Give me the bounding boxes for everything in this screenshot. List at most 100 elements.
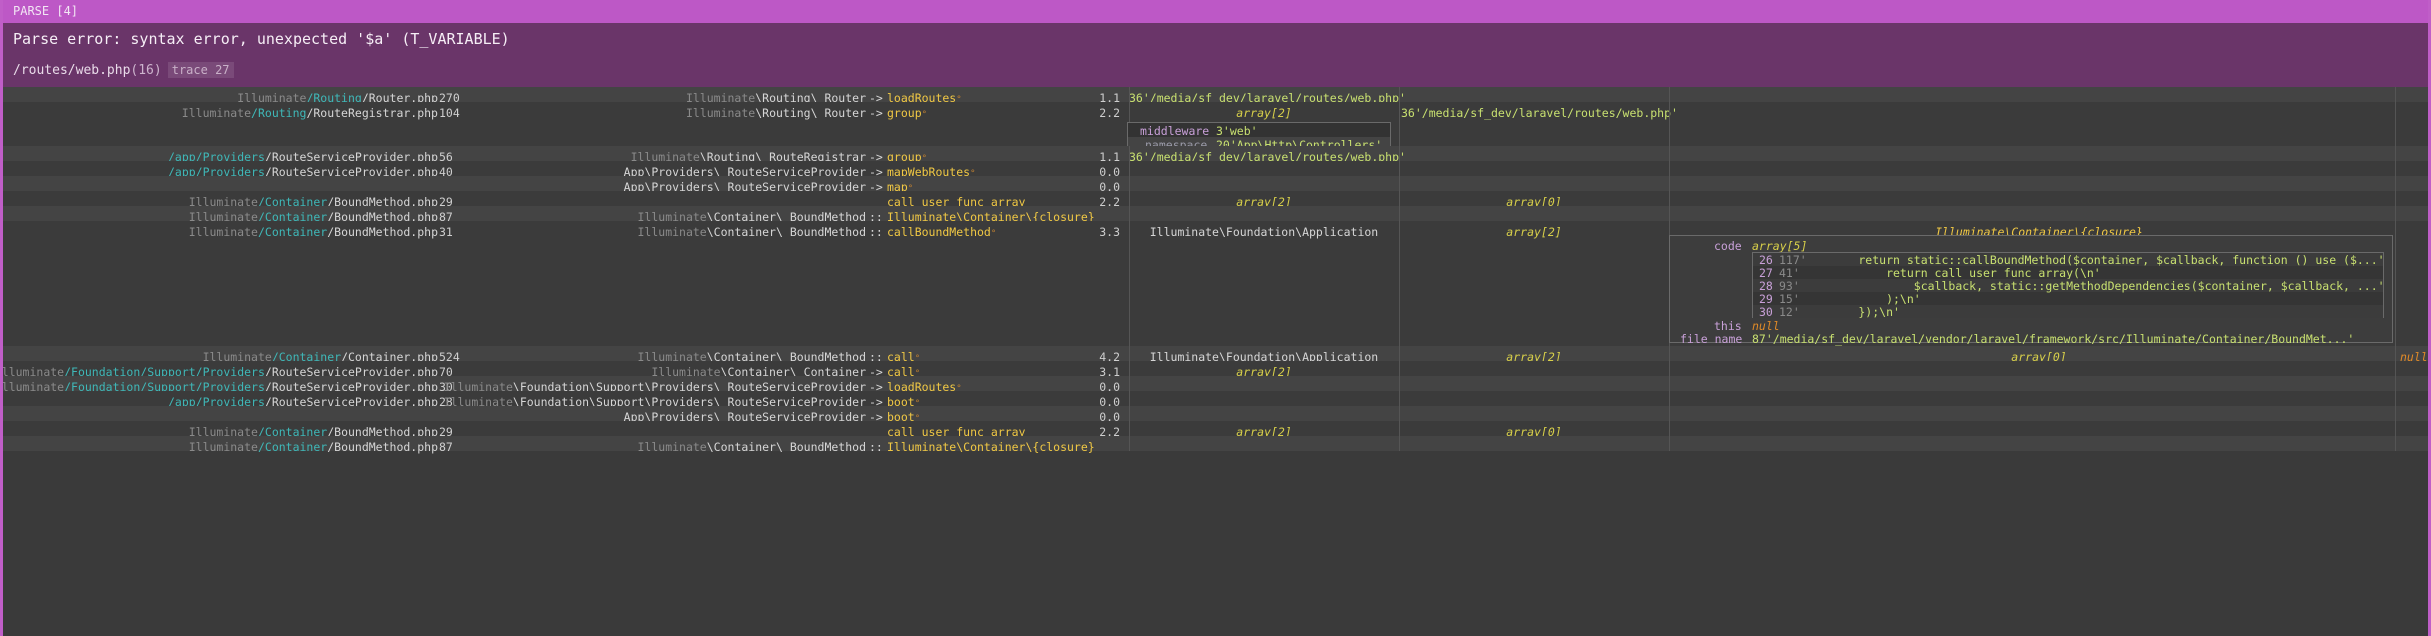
file-name[interactable]: /BoundMethod.php bbox=[327, 225, 438, 239]
code-line-text[interactable]: });\n' bbox=[1803, 305, 1900, 319]
error-line: (16) bbox=[130, 63, 162, 78]
column-divider bbox=[1399, 391, 1400, 406]
column-divider bbox=[2395, 191, 2396, 206]
detail-key: this bbox=[1714, 319, 1742, 333]
column-divider bbox=[2395, 161, 2396, 176]
column-divider bbox=[1399, 206, 1400, 221]
closure-detail-panel: code array[5] 26 117' return static::callBo… bbox=[1669, 235, 2393, 346]
argument-value[interactable]: Illuminate\Foundation\Application bbox=[1129, 225, 1399, 239]
class-cell: Illuminate\Routing\ Router bbox=[686, 106, 866, 120]
detail-value[interactable]: null bbox=[1752, 319, 1780, 333]
trace-row[interactable]: /app/Providers/RouteServiceProvider.php 4… bbox=[3, 161, 2428, 179]
code-line-text[interactable]: return static::callBoundMethod($containe… bbox=[1803, 253, 2384, 267]
column-divider bbox=[1129, 376, 1130, 391]
column-divider bbox=[2395, 391, 2396, 406]
column-divider bbox=[1129, 436, 1130, 451]
argument-value[interactable]: array[2] bbox=[1399, 225, 1669, 239]
column-divider bbox=[1129, 406, 1130, 421]
column-divider bbox=[2395, 221, 2396, 346]
column-divider bbox=[2395, 406, 2396, 421]
column-divider bbox=[1129, 421, 1130, 436]
error-header: PARSE [4] Parse error: syntax error, une… bbox=[0, 0, 2431, 87]
code-line: 28 93' $callback, static::getMethodDepend… bbox=[1753, 279, 2385, 293]
column-divider bbox=[2395, 176, 2396, 191]
column-divider bbox=[2395, 102, 2396, 146]
code-line-text[interactable]: $callback, static::getMethodDependencies… bbox=[1803, 279, 2385, 293]
code-line-text[interactable]: );\n' bbox=[1803, 292, 1921, 306]
column-divider bbox=[1399, 161, 1400, 176]
argument-value[interactable]: 36'/media/sf_dev/laravel/routes/web.php' bbox=[1401, 106, 1678, 120]
trace-row[interactable]: /app/Providers/RouteServiceProvider.php 5… bbox=[3, 146, 2428, 164]
error-type-bar: PARSE [4] bbox=[3, 0, 2428, 23]
error-file[interactable]: /routes/web.php bbox=[13, 63, 130, 78]
file-name[interactable]: /BoundMethod.php bbox=[327, 440, 438, 454]
function-name[interactable]: Illuminate\Container\{closure} bbox=[887, 440, 1095, 454]
column-divider bbox=[1129, 191, 1130, 206]
function-name[interactable]: group bbox=[887, 106, 922, 120]
trace-row[interactable]: Illuminate/Container/Container.php 524 Ill… bbox=[3, 346, 2428, 364]
call-operator: :: bbox=[869, 225, 883, 239]
column-divider bbox=[1669, 436, 1670, 451]
array-value[interactable]: 3'web' bbox=[1216, 124, 1258, 138]
trace-badge[interactable]: trace 27 bbox=[167, 62, 234, 78]
trace-row[interactable]: Illuminate/Container/BoundMethod.php 29 ca… bbox=[3, 421, 2428, 439]
column-divider bbox=[2395, 146, 2396, 161]
file-dir[interactable]: /Container bbox=[258, 225, 327, 239]
trace-row[interactable]: App\Providers\ RouteServiceProvider -> map… bbox=[3, 176, 2428, 194]
column-divider bbox=[1399, 436, 1400, 451]
function-cell[interactable]: callBoundMethod° bbox=[887, 225, 996, 239]
column-divider bbox=[1669, 146, 1670, 161]
file-cell[interactable]: Illuminate/Routing/RouteRegistrar.php bbox=[182, 106, 438, 120]
column-divider bbox=[1399, 146, 1400, 161]
file-dir[interactable]: /Container bbox=[258, 440, 327, 454]
code-line-text[interactable]: return call_user_func_array(\n' bbox=[1803, 266, 2101, 280]
function-cell[interactable]: Illuminate\Container\{closure} bbox=[887, 440, 1095, 454]
column-divider bbox=[1669, 406, 1670, 421]
detail-value[interactable]: 87'/media/sf_dev/laravel/vendor/laravel/… bbox=[1752, 332, 2354, 346]
code-line-length: 12' bbox=[1779, 305, 1800, 319]
class-prefix: Illuminate bbox=[637, 440, 707, 454]
column-divider bbox=[2395, 436, 2396, 451]
trace-row[interactable]: Illuminate/Routing/Router.php 270 Illumina… bbox=[3, 87, 2428, 105]
trace-row[interactable]: Illuminate/Routing/RouteRegistrar.php 104… bbox=[3, 102, 2428, 152]
trace-row[interactable]: Illuminate/Container/BoundMethod.php 31 Il… bbox=[3, 221, 2428, 346]
function-cell[interactable]: group° bbox=[887, 106, 927, 120]
call-operator: -> bbox=[869, 106, 883, 120]
class-prefix: Illuminate bbox=[637, 225, 707, 239]
file-cell[interactable]: Illuminate/Container/BoundMethod.php bbox=[189, 440, 438, 454]
column-divider bbox=[1129, 161, 1130, 176]
column-divider bbox=[1129, 146, 1130, 161]
trace-row[interactable]: Illuminate/Container/BoundMethod.php 87 Il… bbox=[3, 436, 2428, 454]
column-divider bbox=[1399, 191, 1400, 206]
code-line-length: 15' bbox=[1779, 292, 1800, 306]
file-cell[interactable]: Illuminate/Container/BoundMethod.php bbox=[189, 225, 438, 239]
modifier-icon: ° bbox=[990, 229, 997, 239]
column-divider bbox=[2395, 346, 2396, 361]
trace-row[interactable]: Illuminate/Container/BoundMethod.php 87 Il… bbox=[3, 206, 2428, 224]
code-line-length: 93' bbox=[1779, 279, 1800, 293]
class-name: \Container\ BoundMethod bbox=[706, 225, 866, 239]
code-line: 27 41' return call_user_func_array(\n' bbox=[1753, 266, 2383, 280]
column-divider bbox=[1129, 221, 1130, 346]
column-divider bbox=[2395, 206, 2396, 221]
file-prefix[interactable]: Illuminate bbox=[189, 225, 258, 239]
file-dir[interactable]: /Routing bbox=[251, 106, 306, 120]
file-prefix[interactable]: Illuminate bbox=[189, 440, 258, 454]
file-name[interactable]: /RouteRegistrar.php bbox=[306, 106, 438, 120]
trace-row[interactable]: Illuminate/Foundation/Support/Providers/… bbox=[0, 376, 2428, 394]
file-prefix[interactable]: Illuminate bbox=[182, 106, 251, 120]
trace-row[interactable]: Illuminate/Foundation/Support/Providers/… bbox=[0, 361, 2428, 379]
column-divider bbox=[1669, 102, 1670, 146]
column-divider bbox=[1399, 102, 1400, 146]
error-message: Parse error: syntax error, unexpected '$… bbox=[13, 30, 510, 48]
function-name[interactable]: callBoundMethod bbox=[887, 225, 991, 239]
error-location[interactable]: /routes/web.php(16) trace 27 bbox=[13, 62, 234, 78]
argument-value[interactable]: array[2] bbox=[1129, 106, 1399, 120]
detail-value[interactable]: array[5] bbox=[1752, 239, 1807, 253]
trace-row[interactable]: App\Providers\ RouteServiceProvider -> boo… bbox=[3, 406, 2428, 424]
trace-row[interactable]: Illuminate/Container/BoundMethod.php 29 ca… bbox=[3, 191, 2428, 209]
column-divider bbox=[2395, 376, 2396, 391]
class-cell: Illuminate\Container\ BoundMethod bbox=[638, 440, 867, 454]
trace-row[interactable]: /app/Providers/RouteServiceProvider.php 2… bbox=[3, 391, 2428, 409]
code-line: 30 12' });\n' bbox=[1753, 305, 2383, 319]
